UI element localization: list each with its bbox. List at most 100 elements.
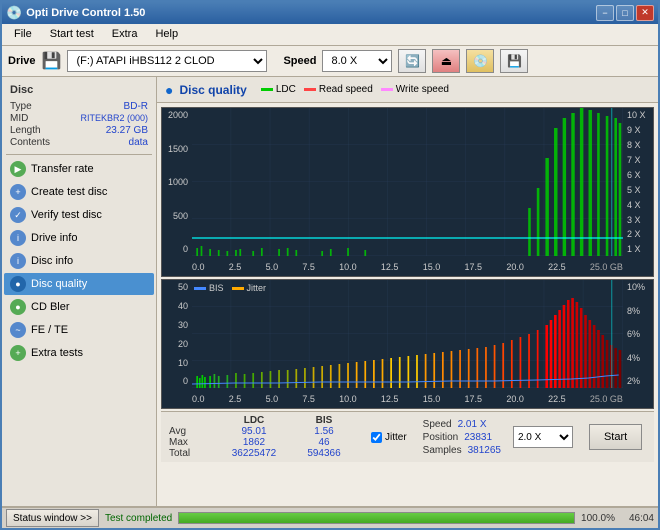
drive-bar: Drive 💾 (F:) ATAPI iHBS112 2 CLOD Speed … [2,46,658,78]
bis-header: BIS [289,415,359,426]
drive-select[interactable]: (F:) ATAPI iHBS112 2 CLOD [67,50,267,72]
eject-button[interactable]: ⏏ [432,49,460,73]
upper-x-axis: 0.0 2.5 5.0 7.5 10.0 12.5 15.0 17.5 20.0… [192,258,623,276]
window-controls: − □ ✕ [596,5,654,21]
extra-tests-label: Extra tests [31,347,83,359]
transfer-rate-icon: ▶ [10,161,26,177]
sidebar-item-cd-bler[interactable]: ● CD Bler [4,296,154,318]
save-button[interactable]: 💾 [500,49,528,73]
disc-type-key: Type [10,101,32,112]
main-content: Disc Type BD-R MID RITEKBR2 (000) Length… [2,77,658,506]
maximize-button[interactable]: □ [616,5,634,21]
close-button[interactable]: ✕ [636,5,654,21]
sidebar-item-extra-tests[interactable]: + Extra tests [4,342,154,364]
disc-contents-key: Contents [10,137,50,148]
disc-mid-val: RITEKBR2 (000) [80,113,148,124]
progress-percent: 100.0% [581,513,615,524]
legend-jitter-label: Jitter [247,283,267,293]
disc-contents-val: data [129,137,148,148]
speed-stat-label: Speed [423,419,452,430]
app-window: 💿 Opti Drive Control 1.50 − □ ✕ File Sta… [0,0,660,530]
legend-bis-color [194,287,206,290]
progress-bar-container [178,512,575,524]
disc-contents-row: Contents data [10,137,148,148]
legend-jitter-color [232,287,244,290]
verify-disc-label: Verify test disc [31,209,102,221]
lower-x-axis: 0.0 2.5 5.0 7.5 10.0 12.5 15.0 17.5 20.0… [192,390,623,408]
speed-select[interactable]: 8.0 X [322,50,392,72]
disc-section-header: Disc [2,81,156,99]
speed-stat-value: 2.01 X [458,419,487,430]
disc-quality-title: Disc quality [179,83,246,97]
status-window-button[interactable]: Status window >> [6,509,99,527]
menu-help[interactable]: Help [147,26,186,42]
y-label-0: 0 [183,244,188,254]
disc-quality-header-icon: ● [165,82,173,98]
disc-length-val: 23.27 GB [106,125,148,136]
upper-chart-svg [192,108,623,256]
disc-button[interactable]: 💿 [466,49,494,73]
lower-y-axis-left: 50 40 30 20 10 0 [162,280,190,388]
sidebar-item-disc-quality[interactable]: ● Disc quality [4,273,154,295]
sidebar-item-transfer-rate[interactable]: ▶ Transfer rate [4,158,154,180]
upper-y-axis-left: 2000 1500 1000 500 0 [162,108,190,256]
menu-bar: File Start test Extra Help [2,24,658,46]
jitter-checkbox-container[interactable]: Jitter [371,432,407,443]
samples-label: Samples [423,445,462,456]
sidebar-item-disc-info[interactable]: i Disc info [4,250,154,272]
menu-start-test[interactable]: Start test [42,26,102,42]
chart-legend: LDC Read speed Write speed [261,84,449,95]
disc-quality-label: Disc quality [31,278,87,290]
disc-quality-header: ● Disc quality LDC Read speed Write spee… [157,77,658,103]
disc-quality-icon: ● [10,276,26,292]
total-bis: 594366 [289,448,359,459]
legend-ldc-color [261,88,273,91]
legend-ldc: LDC [261,84,296,95]
position-value: 23831 [464,432,492,443]
elapsed-time: 46:04 [629,513,654,524]
status-bar: Status window >> Test completed 100.0% 4… [2,506,658,528]
upper-chart: 2000 1500 1000 500 0 10 X 9 X 8 X 7 X 6 … [161,107,654,277]
jitter-checkbox[interactable] [371,432,382,443]
drive-info-icon: i [10,230,26,246]
speed-panel: Speed 2.01 X Position 23831 Samples 3812… [423,419,501,456]
y-label-500: 500 [173,211,188,221]
total-ldc: 36225472 [219,448,289,459]
sidebar-item-create-test-disc[interactable]: + Create test disc [4,181,154,203]
minimize-button[interactable]: − [596,5,614,21]
start-button[interactable]: Start [589,424,642,450]
disc-length-key: Length [10,125,41,136]
avg-label: Avg [169,426,219,437]
lower-chart-svg [192,280,623,388]
refresh-button[interactable]: 🔄 [398,49,426,73]
disc-mid-row: MID RITEKBR2 (000) [10,113,148,124]
progress-bar-fill [179,513,574,523]
total-label: Total [169,448,219,459]
legend-read-speed: Read speed [304,84,373,95]
position-label: Position [423,432,459,443]
speed-label: Speed [283,55,316,67]
disc-info-panel: Type BD-R MID RITEKBR2 (000) Length 23.2… [2,99,156,151]
cd-bler-label: CD Bler [31,301,70,313]
app-icon: 💿 [6,5,22,21]
legend-ldc-label: LDC [276,84,296,95]
create-disc-label: Create test disc [31,186,107,198]
content-area: ● Disc quality LDC Read speed Write spee… [157,77,658,506]
sidebar-item-drive-info[interactable]: i Drive info [4,227,154,249]
fe-te-icon: ~ [10,322,26,338]
transfer-rate-label: Transfer rate [31,163,94,175]
legend-bis-label: BIS [209,283,224,293]
legend-write-speed-color [381,88,393,91]
sidebar-item-verify-test-disc[interactable]: ✓ Verify test disc [4,204,154,226]
y-label-1000: 1000 [168,177,188,187]
verify-disc-icon: ✓ [10,207,26,223]
drive-info-label: Drive info [31,232,77,244]
test-speed-select[interactable]: 2.0 X [513,426,573,448]
menu-extra[interactable]: Extra [104,26,146,42]
fe-te-label: FE / TE [31,324,68,336]
max-label: Max [169,437,219,448]
lower-chart: BIS Jitter 50 40 30 20 10 0 [161,279,654,409]
legend-read-speed-color [304,88,316,91]
sidebar-item-fe-te[interactable]: ~ FE / TE [4,319,154,341]
menu-file[interactable]: File [6,26,40,42]
